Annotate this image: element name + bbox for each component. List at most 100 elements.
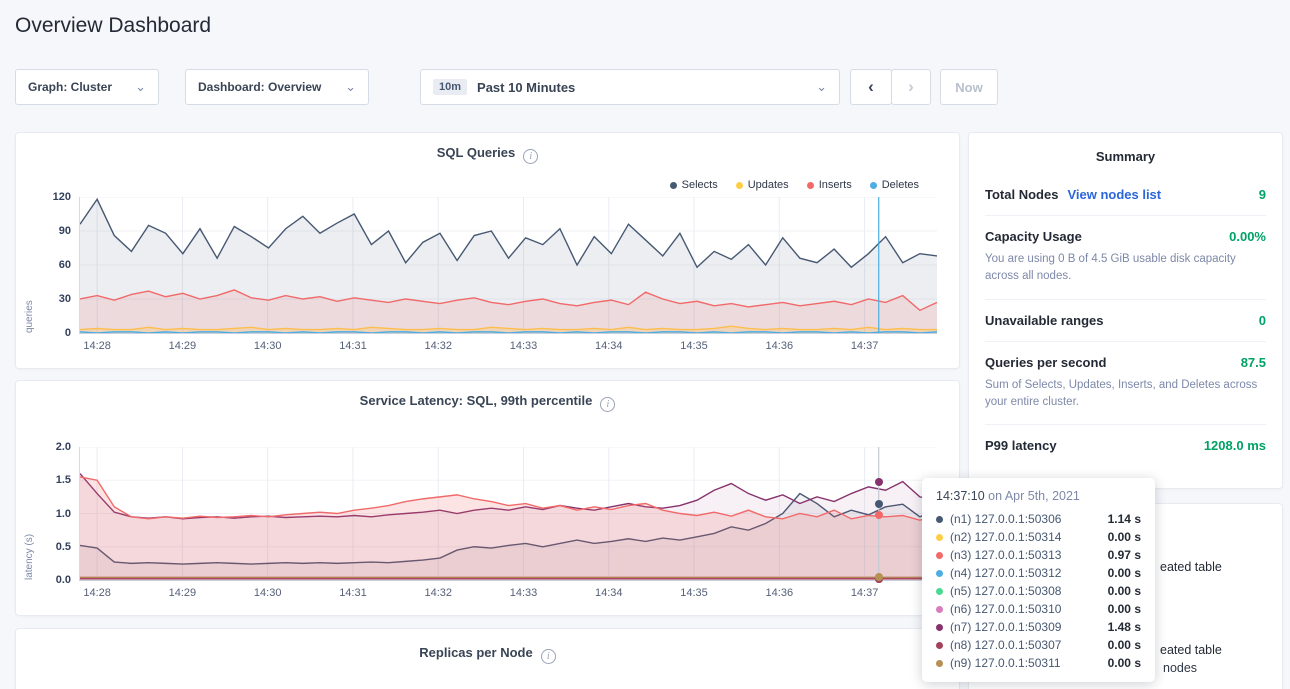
tooltip-row-dot	[936, 516, 943, 523]
sql-queries-plot[interactable]: queries 030609012014:2814:2914:3014:3114…	[79, 197, 937, 334]
graph-dropdown[interactable]: Graph: Cluster ⌄	[15, 69, 159, 105]
tooltip-row-label: (n6) 127.0.0.1:50310	[950, 602, 1100, 616]
tooltip-row: (n8) 127.0.0.1:503070.00 s	[936, 636, 1141, 654]
y-axis-tick: 60	[59, 259, 71, 271]
tooltip-row: (n5) 127.0.0.1:503080.00 s	[936, 582, 1141, 600]
dashboard-dropdown[interactable]: Dashboard: Overview ⌄	[185, 69, 369, 105]
legend-dot	[670, 182, 677, 189]
tooltip-date: on Apr 5th, 2021	[985, 489, 1080, 503]
page-title: Overview Dashboard	[15, 14, 211, 38]
info-icon[interactable]: i	[600, 397, 615, 412]
tooltip-row-dot	[936, 642, 943, 649]
tooltip-row-label: (n1) 127.0.0.1:50306	[950, 512, 1100, 526]
x-axis-tick: 14:36	[766, 340, 794, 352]
info-icon[interactable]: i	[541, 649, 556, 664]
summary-row-total-nodes: Total Nodes View nodes list 9	[985, 174, 1266, 215]
capacity-label: Capacity Usage	[985, 229, 1082, 244]
time-range-dropdown[interactable]: 10m Past 10 Minutes ⌄	[420, 69, 840, 105]
time-range-label: Past 10 Minutes	[477, 80, 575, 95]
tooltip-row-value: 0.00 s	[1108, 656, 1141, 670]
x-axis-tick: 14:33	[510, 587, 538, 599]
unavailable-ranges-label: Unavailable ranges	[985, 313, 1104, 328]
tooltip-row-dot	[936, 588, 943, 595]
chevron-down-icon: ⌄	[125, 79, 146, 95]
legend-item-deletes[interactable]: Deletes	[870, 179, 919, 191]
tooltip-row-label: (n3) 127.0.0.1:50313	[950, 548, 1100, 562]
x-axis-tick: 14:31	[339, 587, 367, 599]
tooltip-timestamp: 14:37:10 on Apr 5th, 2021	[936, 489, 1141, 503]
summary-title: Summary	[969, 133, 1282, 174]
qps-label: Queries per second	[985, 355, 1106, 370]
y-axis-tick: 0.5	[56, 541, 71, 553]
chevron-down-icon: ⌄	[806, 79, 827, 95]
tooltip-row-label: (n2) 127.0.0.1:50314	[950, 530, 1100, 544]
legend-dot	[736, 182, 743, 189]
y-axis-tick: 120	[53, 191, 71, 203]
legend-item-inserts[interactable]: Inserts	[807, 179, 852, 191]
capacity-description: You are using 0 B of 4.5 GiB usable disk…	[985, 251, 1266, 286]
p99-latency-label: P99 latency	[985, 438, 1057, 453]
total-nodes-label: Total Nodes	[985, 187, 1058, 202]
x-axis-tick: 14:32	[424, 587, 452, 599]
info-icon[interactable]: i	[523, 149, 538, 164]
y-axis-tick: 0	[65, 327, 71, 339]
chart-title: Replicas per Nodei	[16, 645, 959, 664]
now-button[interactable]: Now	[940, 69, 998, 105]
summary-row-qps: Queries per second 87.5 Sum of Selects, …	[985, 341, 1266, 425]
sql-queries-chart-panel: SQL Queriesi Selects Updates Inserts Del…	[15, 132, 960, 369]
replicas-per-node-chart-panel: Replicas per Nodei	[15, 628, 960, 689]
legend-item-selects[interactable]: Selects	[670, 179, 718, 191]
unavailable-ranges-value: 0	[1259, 313, 1266, 328]
time-next-button[interactable]: ›	[891, 69, 931, 105]
tooltip-row-value: 0.00 s	[1108, 566, 1141, 580]
tooltip-row-value: 0.97 s	[1108, 548, 1141, 562]
service-latency-plot[interactable]: latency (s) 0.00.51.01.52.014:2814:2914:…	[79, 447, 937, 581]
x-axis-tick: 14:34	[595, 340, 623, 352]
tooltip-row-value: 0.00 s	[1108, 638, 1141, 652]
chart-legend: Selects Updates Inserts Deletes	[670, 179, 919, 191]
summary-panel: Summary Total Nodes View nodes list 9 Ca…	[968, 132, 1283, 489]
capacity-value: 0.00%	[1229, 229, 1266, 244]
series-point-dot	[875, 573, 883, 581]
legend-dot	[870, 182, 877, 189]
x-axis-tick: 14:37	[851, 340, 879, 352]
tooltip-row-label: (n9) 127.0.0.1:50311	[950, 656, 1100, 670]
chevron-down-icon: ⌄	[335, 79, 356, 95]
event-item-fragment: eated table	[1160, 643, 1222, 657]
x-axis-tick: 14:34	[595, 587, 623, 599]
dashboard-dropdown-label: Dashboard: Overview	[198, 80, 321, 94]
series-point-dot	[875, 511, 883, 519]
legend-item-updates[interactable]: Updates	[736, 179, 789, 191]
x-axis-tick: 14:29	[169, 340, 197, 352]
time-prev-button[interactable]: ‹	[850, 69, 892, 105]
tooltip-row-value: 0.00 s	[1108, 602, 1141, 616]
qps-value: 87.5	[1241, 355, 1266, 370]
graph-dropdown-label: Graph: Cluster	[28, 80, 112, 94]
series-point-dot	[875, 478, 883, 486]
tooltip-row-dot	[936, 606, 943, 613]
event-item-fragment: nodes	[1163, 661, 1197, 675]
p99-latency-value: 1208.0 ms	[1204, 438, 1266, 453]
tooltip-row: (n6) 127.0.0.1:50310 0.00 s	[936, 600, 1141, 618]
summary-row-unavailable-ranges: Unavailable ranges 0	[985, 299, 1266, 341]
tooltip-row: (n2) 127.0.0.1:503140.00 s	[936, 528, 1141, 546]
tooltip-time: 14:37:10	[936, 489, 985, 503]
chart-tooltip: 14:37:10 on Apr 5th, 2021 (n1) 127.0.0.1…	[922, 478, 1155, 682]
x-axis-tick: 14:31	[339, 340, 367, 352]
tooltip-row: (n4) 127.0.0.1:503120.00 s	[936, 564, 1141, 582]
tooltip-row: (n9) 127.0.0.1:50311 0.00 s	[936, 654, 1141, 672]
chevron-right-icon: ›	[908, 77, 914, 97]
x-axis-tick: 14:29	[169, 587, 197, 599]
chart-title: SQL Queriesi	[16, 145, 959, 164]
service-latency-chart-panel: Service Latency: SQL, 99th percentilei l…	[15, 380, 960, 616]
tooltip-row-dot	[936, 624, 943, 631]
x-axis-tick: 14:37	[851, 587, 879, 599]
tooltip-row-dot	[936, 570, 943, 577]
x-axis-tick: 14:32	[424, 340, 452, 352]
x-axis-tick: 14:35	[680, 587, 708, 599]
y-axis-title: queries	[24, 197, 35, 333]
y-axis-title: latency (s)	[24, 447, 35, 580]
view-nodes-list-link[interactable]: View nodes list	[1067, 187, 1161, 202]
tooltip-row-label: (n7) 127.0.0.1:50309	[950, 620, 1100, 634]
tooltip-row: (n7) 127.0.0.1:503091.48 s	[936, 618, 1141, 636]
